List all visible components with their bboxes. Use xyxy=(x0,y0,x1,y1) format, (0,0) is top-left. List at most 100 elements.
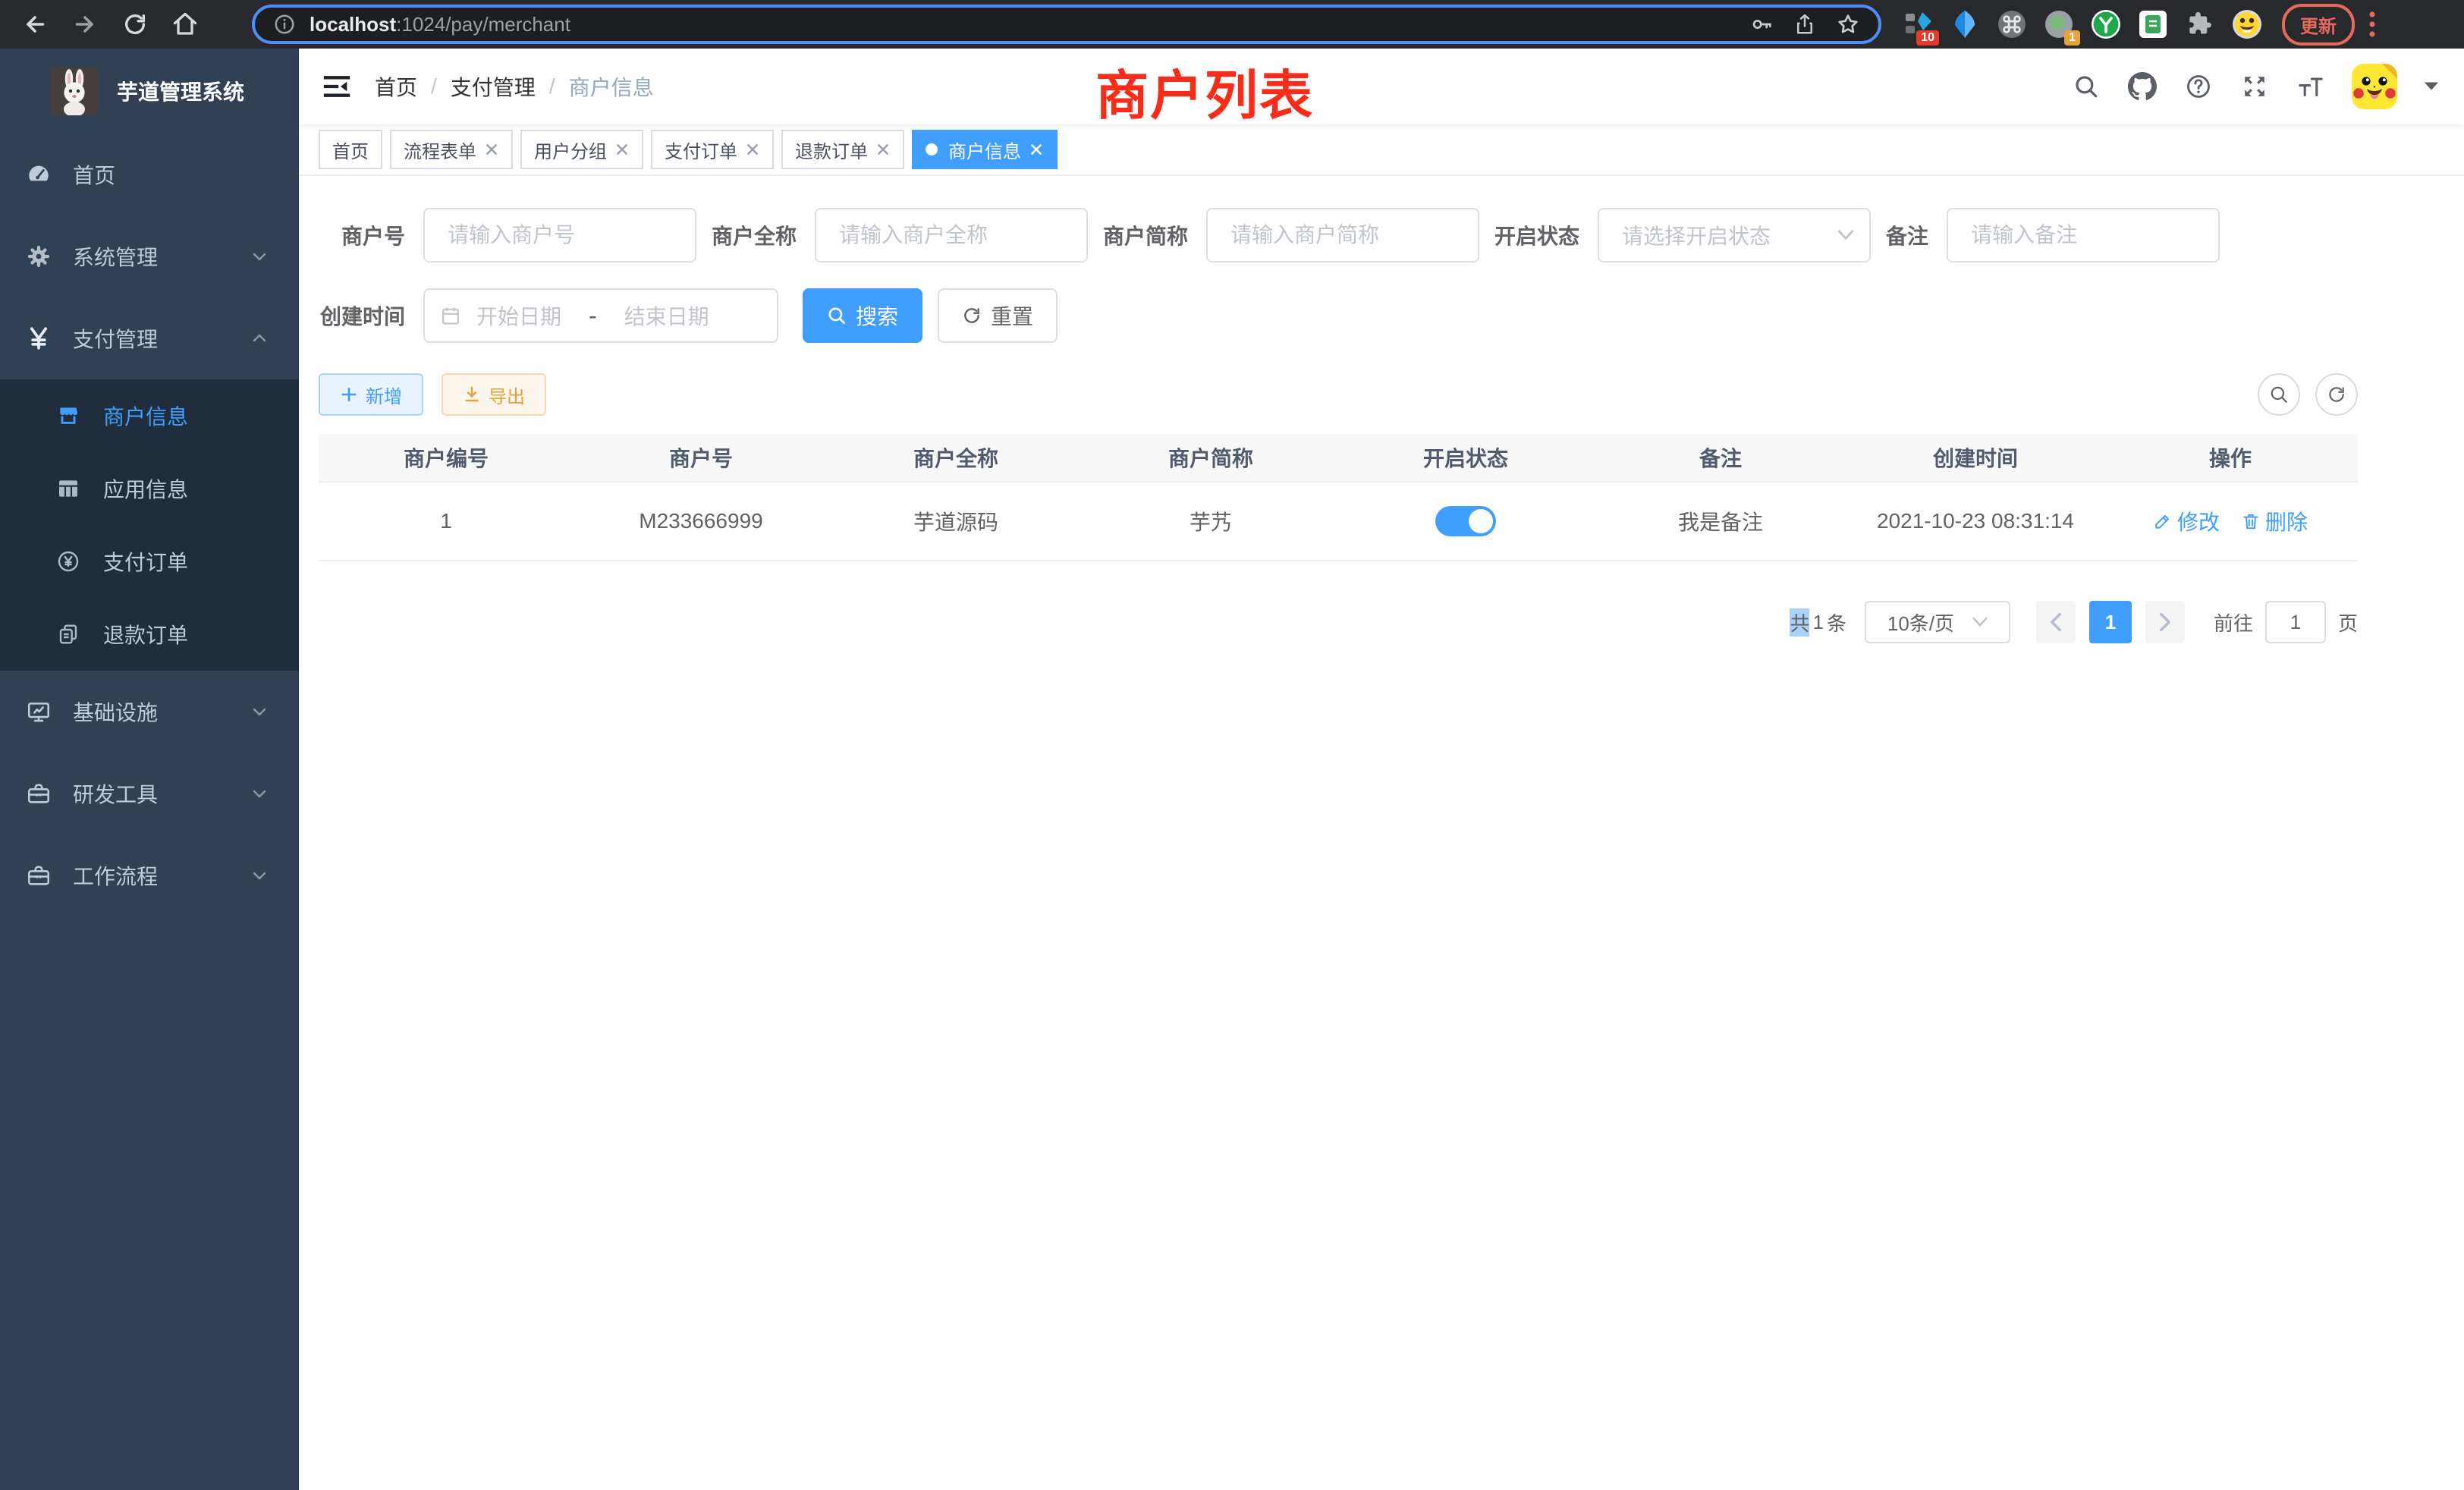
extension-proxy-icon[interactable]: 1 xyxy=(2044,9,2074,39)
merchant-no-input[interactable] xyxy=(423,208,696,262)
status-select[interactable]: 请选择开启状态 xyxy=(1598,208,1871,262)
tag-close-icon[interactable] xyxy=(875,142,891,157)
extension-notes-icon[interactable] xyxy=(2138,9,2168,39)
site-info-icon[interactable] xyxy=(273,13,296,36)
address-bar[interactable]: localhost:1024/pay/merchant xyxy=(252,5,1881,44)
toggle-search-button[interactable] xyxy=(2258,373,2300,416)
tag-close-icon[interactable] xyxy=(484,142,499,157)
url-text: localhost:1024/pay/merchant xyxy=(310,13,1736,36)
sidebar-item-merchant-info[interactable]: 商户信息 xyxy=(0,379,299,452)
remark-input[interactable] xyxy=(1947,208,2220,262)
browser-forward-button[interactable] xyxy=(65,5,105,44)
header-search-button[interactable] xyxy=(2071,71,2101,102)
chevron-up-icon xyxy=(250,329,269,347)
create-time-label: 创建时间 xyxy=(319,300,405,331)
filter-full-name: 商户全称 xyxy=(712,208,1088,262)
breadcrumb-home[interactable]: 首页 xyxy=(375,71,417,102)
share-icon[interactable] xyxy=(1793,12,1816,36)
reset-button[interactable]: 重置 xyxy=(938,288,1058,343)
fullscreen-button[interactable] xyxy=(2239,71,2270,102)
date-start-placeholder: 开始日期 xyxy=(476,300,561,331)
cell-merchant-no: M233666999 xyxy=(574,509,828,533)
help-doc-button[interactable] xyxy=(2183,71,2214,102)
password-key-icon[interactable] xyxy=(1749,12,1774,36)
chevron-down-icon xyxy=(1972,617,1988,627)
col-merchant-id: 商户编号 xyxy=(319,442,574,473)
tag-merchant-info[interactable]: 商户信息 xyxy=(912,130,1058,169)
browser-update-button[interactable]: 更新 xyxy=(2282,4,2355,46)
extension-command-icon[interactable] xyxy=(1997,9,2027,39)
browser-menu-button[interactable] xyxy=(2368,11,2376,38)
sidebar-item-home[interactable]: 首页 xyxy=(0,134,299,215)
short-name-input-field[interactable] xyxy=(1230,223,1455,247)
browser-back-button[interactable] xyxy=(15,5,55,44)
full-name-input[interactable] xyxy=(815,208,1088,262)
browser-profile-avatar[interactable] xyxy=(2232,9,2262,39)
remark-input-field[interactable] xyxy=(1971,223,2195,247)
sidebar-item-workflow[interactable]: 工作流程 xyxy=(0,835,299,916)
goto-page-input[interactable] xyxy=(2265,601,2326,643)
add-button[interactable]: 新增 xyxy=(319,373,423,416)
next-page-button[interactable] xyxy=(2145,601,2185,643)
delete-link[interactable]: 删除 xyxy=(2241,506,2308,536)
sidebar-item-label: 基础设施 xyxy=(73,696,250,727)
filter-create-time: 创建时间 开始日期 - 结束日期 xyxy=(319,288,778,343)
browser-home-button[interactable] xyxy=(165,5,205,44)
app-logo-row[interactable]: 芋道管理系统 xyxy=(0,49,299,134)
extension-kite-icon[interactable] xyxy=(1950,9,1980,39)
edit-link[interactable]: 修改 xyxy=(2153,506,2220,536)
tag-close-icon[interactable] xyxy=(1029,142,1044,157)
page-unit-label: 页 xyxy=(2338,608,2358,637)
sidebar-item-refund-order[interactable]: 退款订单 xyxy=(0,598,299,671)
breadcrumb-current: 商户信息 xyxy=(569,71,654,102)
tag-close-icon[interactable] xyxy=(614,142,630,157)
refresh-table-button[interactable] xyxy=(2315,373,2358,416)
delete-link-label: 删除 xyxy=(2265,506,2308,536)
extension-y-icon[interactable] xyxy=(2091,9,2121,39)
github-link-button[interactable] xyxy=(2127,71,2158,102)
search-button-label: 搜索 xyxy=(856,300,898,331)
bookmark-star-icon[interactable] xyxy=(1836,12,1860,36)
tag-close-icon[interactable] xyxy=(745,142,760,157)
tag-refund-order[interactable]: 退款订单 xyxy=(781,130,904,169)
export-button-label: 导出 xyxy=(489,382,525,408)
browser-reload-button[interactable] xyxy=(115,5,155,44)
sidebar-collapse-button[interactable] xyxy=(320,70,354,103)
user-avatar[interactable] xyxy=(2352,64,2397,109)
short-name-input[interactable] xyxy=(1206,208,1479,262)
command-glyph-icon xyxy=(1997,9,2027,39)
sidebar-item-app-info[interactable]: 应用信息 xyxy=(0,452,299,525)
avatar-caret-down-icon[interactable] xyxy=(2423,80,2440,93)
tag-process-form[interactable]: 流程表单 xyxy=(390,130,513,169)
tag-home[interactable]: 首页 xyxy=(319,130,382,169)
sidebar-item-pay[interactable]: 支付管理 xyxy=(0,297,299,379)
url-host: localhost xyxy=(310,13,396,36)
sidebar-item-devtools[interactable]: 研发工具 xyxy=(0,753,299,835)
breadcrumb-section[interactable]: 支付管理 xyxy=(451,71,536,102)
tag-user-group[interactable]: 用户分组 xyxy=(520,130,643,169)
prev-page-button[interactable] xyxy=(2036,601,2076,643)
extension-tasks-icon[interactable]: 10 xyxy=(1903,9,1933,39)
sidebar-item-system[interactable]: 系统管理 xyxy=(0,215,299,297)
font-size-button[interactable] xyxy=(2296,71,2326,102)
tag-pay-order[interactable]: 支付订单 xyxy=(651,130,774,169)
search-icon xyxy=(2073,74,2099,99)
merchant-no-input-field[interactable] xyxy=(448,223,672,247)
sidebar-item-label: 应用信息 xyxy=(103,473,188,504)
extensions-puzzle-icon[interactable] xyxy=(2185,9,2215,39)
create-time-range-picker[interactable]: 开始日期 - 结束日期 xyxy=(423,288,778,343)
status-toggle-on[interactable] xyxy=(1435,506,1496,536)
full-name-input-field[interactable] xyxy=(839,223,1064,247)
monitor-icon xyxy=(26,699,52,725)
sidebar-item-pay-order[interactable]: 支付订单 xyxy=(0,525,299,598)
plus-icon xyxy=(340,385,358,404)
search-button[interactable]: 搜索 xyxy=(803,288,922,343)
breadcrumb: 首页 / 支付管理 / 商户信息 xyxy=(375,71,654,102)
page-1-button[interactable]: 1 xyxy=(2089,601,2132,643)
page-size-select[interactable]: 10条/页 xyxy=(1865,601,2010,643)
sidebar-item-infra[interactable]: 基础设施 xyxy=(0,671,299,753)
export-button[interactable]: 导出 xyxy=(442,373,546,416)
back-arrow-icon xyxy=(21,11,49,38)
sidebar-item-label: 退款订单 xyxy=(103,619,188,649)
table-header: 商户编号 商户号 商户全称 商户简称 开启状态 备注 创建时间 操作 xyxy=(319,434,2358,483)
